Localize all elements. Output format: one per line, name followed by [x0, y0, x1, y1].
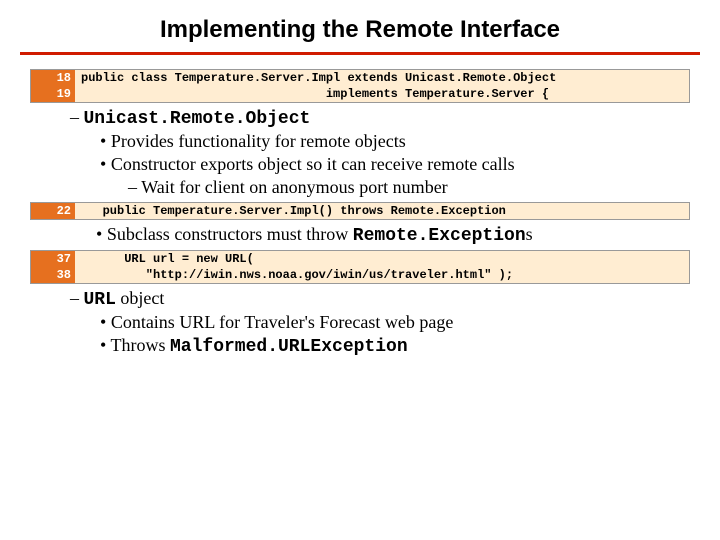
line-number: 22	[31, 203, 75, 219]
bullet-group-3: URL object Contains URL for Traveler's F…	[70, 288, 700, 357]
code-line: 38 "http://iwin.nws.noaa.gov/iwin/us/tra…	[31, 267, 689, 283]
code-text: "http://iwin.nws.noaa.gov/iwin/us/travel…	[75, 267, 513, 283]
page-title: Implementing the Remote Interface	[20, 16, 700, 55]
bullet-heading: Unicast.Remote.Object	[70, 107, 700, 129]
code-line: 18 public class Temperature.Server.Impl …	[31, 70, 689, 86]
bullet-sub-item: Wait for client on anonymous port number	[128, 177, 700, 198]
line-number: 19	[31, 86, 75, 102]
code-line: 37 URL url = new URL(	[31, 251, 689, 267]
code-block-3: 37 URL url = new URL( 38 "http://iwin.nw…	[30, 250, 690, 284]
code-text: public Temperature.Server.Impl() throws …	[75, 203, 506, 219]
code-text: implements Temperature.Server {	[75, 86, 549, 102]
code-block-1: 18 public class Temperature.Server.Impl …	[30, 69, 690, 103]
code-block-2: 22 public Temperature.Server.Impl() thro…	[30, 202, 690, 220]
bullet-item: Throws Malformed.URLException	[100, 335, 700, 357]
slide: Implementing the Remote Interface 18 pub…	[0, 0, 720, 357]
code-text: public class Temperature.Server.Impl ext…	[75, 70, 556, 86]
bullet-item: Contains URL for Traveler's Forecast web…	[100, 312, 700, 333]
code-line: 19 implements Temperature.Server {	[31, 86, 689, 102]
bullet-item: Constructor exports object so it can rec…	[100, 154, 700, 175]
bullet-item: Subclass constructors must throw Remote.…	[96, 224, 700, 246]
bullet-group-1: Unicast.Remote.Object Provides functiona…	[70, 107, 700, 198]
line-number: 18	[31, 70, 75, 86]
code-line: 22 public Temperature.Server.Impl() thro…	[31, 203, 689, 219]
bullet-heading: URL object	[70, 288, 700, 310]
bullet-item: Provides functionality for remote object…	[100, 131, 700, 152]
code-text: URL url = new URL(	[75, 251, 254, 267]
line-number: 37	[31, 251, 75, 267]
line-number: 38	[31, 267, 75, 283]
bullet-group-2: Subclass constructors must throw Remote.…	[70, 224, 700, 246]
